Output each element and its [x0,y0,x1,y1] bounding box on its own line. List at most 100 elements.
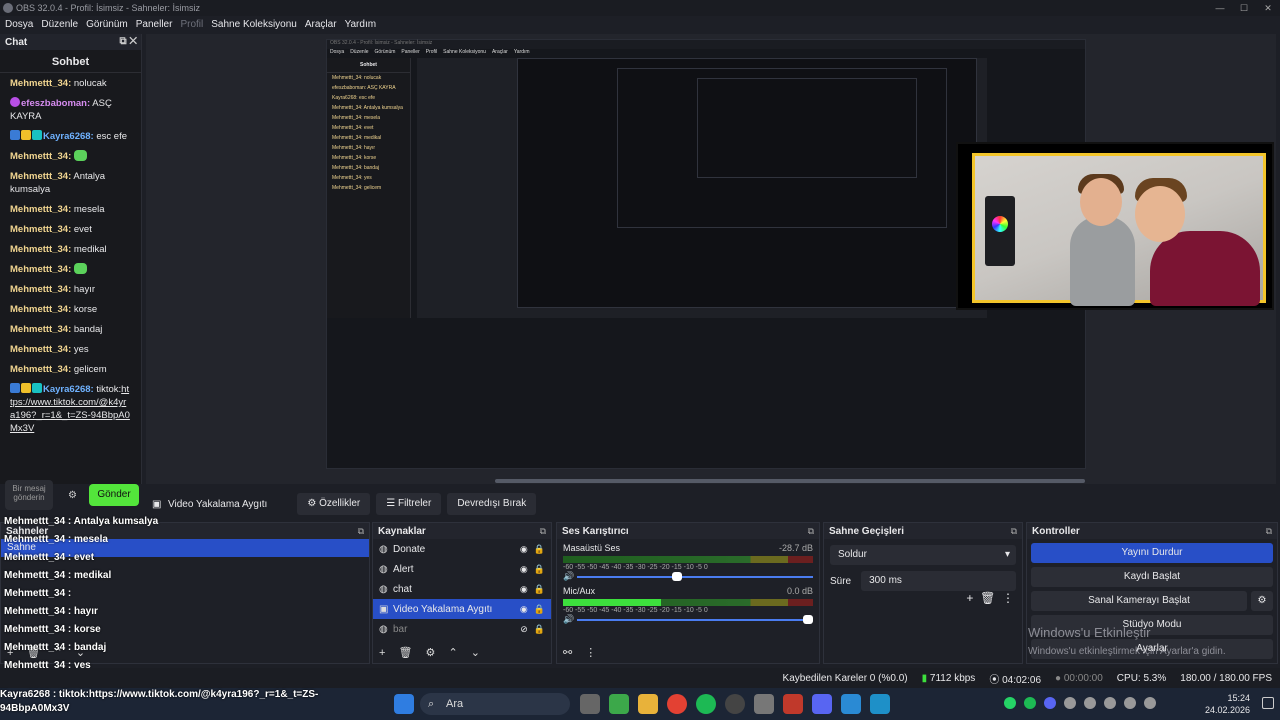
webcam-feed [956,142,1274,310]
app-icon[interactable] [1064,697,1076,709]
source-item[interactable]: ◍ chat ◉ 🔒 [373,579,551,599]
chrome-icon[interactable] [667,694,687,714]
delete-icon[interactable]: 🗑 [399,647,413,659]
chat-username: Kayra6268: [43,131,94,142]
duration-input[interactable]: 300 ms [861,571,1016,591]
menu-file[interactable]: Dosya [5,19,33,30]
preview-scrollbar[interactable] [495,479,1085,483]
deactivate-button[interactable]: Devredışı Bırak [447,493,537,515]
lock-icon[interactable]: 🔒 [534,584,545,595]
discord-icon[interactable] [812,694,832,714]
chat-message: Mehmettt_34: [10,263,131,276]
source-item[interactable]: ▣ Video Yakalama Aygıtı ◉ 🔒 [373,599,551,619]
volume-slider[interactable]: 🔊 [563,571,813,582]
filters-button[interactable]: ☰ Filtreler [376,493,442,515]
eye-icon[interactable]: ◉ [520,584,528,595]
settings-icon[interactable] [754,694,774,714]
minimize-icon[interactable]: — [1208,0,1232,16]
volume-slider[interactable]: 🔊 [563,614,813,625]
wifi-icon[interactable] [1124,697,1136,709]
taskbar-search[interactable]: ⌕ Ara [420,693,570,715]
menu-edit[interactable]: Düzenle [41,19,78,30]
mixer-channel: Mic/Aux 0.0 dB -60 -55 -50 -45 -40 -35 -30… [557,582,819,625]
more-icon[interactable]: ⋮ [585,647,596,659]
menu-tools[interactable]: Araçlar [305,19,337,30]
lock-icon[interactable]: 🔒 [534,624,545,635]
task-view-icon[interactable] [580,694,600,714]
chat-username: Mehmettt_34: [10,204,72,215]
more-icon[interactable]: ⋮ [1002,591,1014,605]
source-item[interactable]: ◍ Alert ◉ 🔒 [373,559,551,579]
chat-text: bandaj [73,324,103,335]
eye-icon[interactable]: ◉ [520,544,528,555]
undock-icon[interactable]: ⧉ [1011,526,1017,537]
source-item[interactable]: ◍ bar ⊘ 🔒 [373,619,551,639]
maximize-icon[interactable]: ☐ [1232,0,1256,16]
scene-transitions-dock: Sahne Geçişleri ⧉ Soldur Süre 300 ms + 🗑 … [823,522,1023,664]
chat-username: Mehmettt_34: [10,344,72,355]
gear-icon[interactable]: ⚙ [1251,591,1273,611]
menu-bar: Dosya Düzenle Görünüm Paneller Profil Sa… [0,16,1280,32]
system-tray [1004,697,1164,709]
chat-username: Mehmettt_34: [10,151,72,162]
undock-icon[interactable]: ⧉ [1266,526,1272,537]
volume-icon[interactable] [1144,697,1156,709]
eye-icon[interactable]: ◉ [520,564,528,575]
audio-mixer-dock: Ses Karıştırıcı ⧉ Masaüstü Ses -28.7 dB -60… [556,522,820,664]
app-icon[interactable] [1084,697,1096,709]
sources-toolbar: + 🗑 ⚙ ⌃ ⌄ [379,646,490,659]
menu-docks[interactable]: Paneller [136,19,173,30]
undock-icon[interactable]: ⧉ [540,526,546,537]
transition-select[interactable]: Soldur [830,545,1016,565]
chat-input[interactable]: Bir mesaj gönderin [5,480,53,510]
menu-scene-collection[interactable]: Sahne Koleksiyonu [211,19,297,30]
menu-profile[interactable]: Profil [180,19,203,30]
add-icon[interactable]: + [379,647,385,659]
stop-stream-button[interactable]: Yayını Durdur [1031,543,1273,563]
up-icon[interactable]: ⌃ [448,647,457,659]
undock-icon[interactable]: ⧉ [808,526,814,537]
spotify-icon[interactable] [696,694,716,714]
chat-username: Mehmettt_34: [10,264,72,275]
app-icon[interactable] [870,694,890,714]
folder-icon[interactable] [638,694,658,714]
clock[interactable]: 15:24 24.02.2026 [1205,692,1250,716]
spotify-icon[interactable] [1024,697,1036,709]
mixer-channel: Masaüstü Ses -28.7 dB -60 -55 -50 -45 -40 … [557,539,819,582]
eye-off-icon[interactable]: ⊘ [520,624,528,635]
xbox-icon[interactable] [609,694,629,714]
windows-start-icon[interactable] [394,694,414,714]
lock-icon[interactable]: 🔒 [534,604,545,615]
send-button[interactable]: Gönder [89,484,139,506]
start-virtual-camera-button[interactable]: Sanal Kamerayı Başlat [1031,591,1247,611]
chat-username: Kayra6268: [43,384,94,395]
emote-icon [73,150,87,161]
app-icon[interactable] [783,694,803,714]
discord-icon[interactable] [1044,697,1056,709]
app-icon[interactable] [1104,697,1116,709]
properties-button[interactable]: ⚙ Özellikler [297,493,371,515]
source-item[interactable]: ◍ Donate ◉ 🔒 [373,539,551,559]
close-icon[interactable]: ⧉ ✕ [119,36,137,47]
down-icon[interactable]: ⌄ [471,647,480,659]
gear-icon[interactable]: ⚙ [426,647,436,659]
whatsapp-icon[interactable] [1004,697,1016,709]
chat-message-list: Mehmettt_34: nolucak efeszbaboman: ASÇ KA… [0,73,141,446]
obs-icon[interactable] [725,694,745,714]
lock-icon[interactable]: 🔒 [534,544,545,555]
close-icon[interactable]: ✕ [1256,0,1280,16]
start-recording-button[interactable]: Kaydı Başlat [1031,567,1273,587]
menu-view[interactable]: Görünüm [86,19,128,30]
add-icon[interactable]: + [966,591,973,605]
link-icon[interactable]: ⚯ [563,647,572,659]
lock-icon[interactable]: 🔒 [534,564,545,575]
channel-db: 0.0 dB [786,586,813,596]
gear-icon[interactable]: ⚙ [68,490,77,501]
delete-icon[interactable]: 🗑 [980,591,995,605]
store-icon[interactable] [841,694,861,714]
notification-icon[interactable] [1262,697,1274,709]
preview-canvas[interactable]: OBS 32.0.4 - Profil: İsimsiz - Sahneler:… [146,34,1276,484]
eye-icon[interactable]: ◉ [520,604,528,615]
menu-help[interactable]: Yardım [345,19,377,30]
nested-title-bar: OBS 32.0.4 - Profil: İsimsiz - Sahneler:… [327,40,1085,49]
